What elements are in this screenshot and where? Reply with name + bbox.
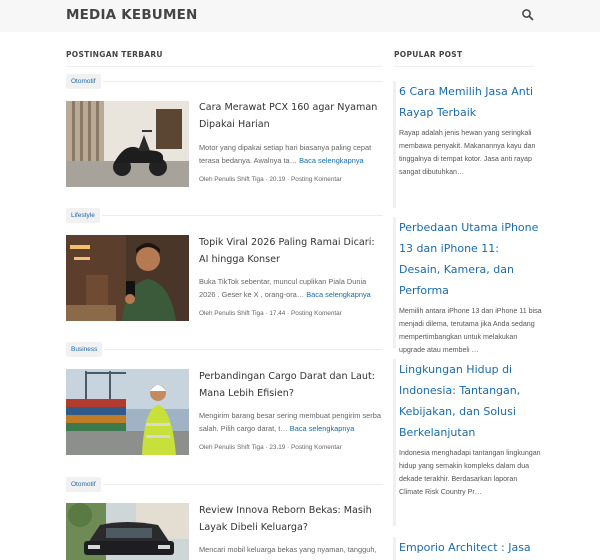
post-label-badge[interactable]: Otomotif (66, 74, 101, 89)
post-thumbnail[interactable] (66, 503, 189, 560)
post-meta: Oleh Penulis Shift Tiga · 20.19 · Postin… (199, 176, 342, 183)
post-author[interactable]: Oleh Penulis Shift Tiga (199, 176, 264, 183)
popular-post-title[interactable]: Perbedaan Utama iPhone 13 dan iPhone 11:… (399, 217, 543, 301)
label-divider (104, 349, 383, 350)
popular-post-item: Emporio Architect : Jasa (393, 537, 543, 560)
post-title[interactable]: Perbandingan Cargo Darat dan Laut: Mana … (199, 368, 384, 402)
post-author[interactable]: Oleh Penulis Shift Tiga (199, 444, 264, 451)
post-snippet: Motor yang dipakai setiap hari biasanya … (199, 141, 384, 167)
popular-post-item: Lingkungan Hidup di Indonesia: Tantangan… (393, 359, 543, 526)
post-author[interactable]: Oleh Penulis Shift Tiga (199, 310, 264, 317)
post-label-badge[interactable]: Otomotif (66, 477, 101, 492)
post-snippet: Mengirim barang besar sering membuat pen… (199, 409, 384, 435)
post-meta: Oleh Penulis Shift Tiga · 17.44 · Postin… (199, 310, 342, 317)
popular-posts-heading: POPULAR POST (394, 50, 463, 59)
label-divider (103, 484, 383, 485)
post-title[interactable]: Review Innova Reborn Bekas: Masih Layak … (199, 502, 384, 536)
search-icon[interactable] (521, 8, 535, 22)
post-time[interactable]: 17.44 (269, 310, 285, 317)
read-more-link[interactable]: Baca selengkapnya (299, 156, 364, 165)
post-snippet: Buka TikTok sebentar, muncul cuplikan Pi… (199, 275, 384, 301)
read-more-link[interactable]: Baca selengkapnya (290, 424, 355, 433)
read-more-link[interactable]: Baca selengkapnya (306, 290, 371, 299)
car-image (66, 503, 189, 560)
post-snippet: Mencari mobil keluarga bekas yang nyaman… (199, 543, 384, 556)
post-thumbnail[interactable] (66, 101, 189, 187)
post-comment-link[interactable]: Posting Komentar (291, 176, 342, 183)
popular-post-title[interactable]: Emporio Architect : Jasa (399, 537, 543, 558)
popular-post-item: Perbedaan Utama iPhone 13 dan iPhone 11:… (393, 217, 543, 354)
site-title[interactable]: MEDIA KEBUMEN (66, 7, 198, 23)
post-title[interactable]: Cara Merawat PCX 160 agar Nyaman Dipakai… (199, 99, 384, 133)
popular-post-title[interactable]: 6 Cara Memilih Jasa Anti Rayap Terbaik (399, 81, 543, 123)
man-with-phone-image (66, 235, 189, 321)
post-label-badge[interactable]: Business (66, 342, 103, 357)
post-label-badge[interactable]: Lifestyle (66, 208, 100, 223)
popular-post-item: 6 Cara Memilih Jasa Anti Rayap Terbaik R… (393, 81, 543, 208)
cargo-port-image (66, 369, 189, 455)
post-snippet-text: Mencari mobil keluarga bekas yang nyaman… (199, 545, 377, 554)
post-thumbnail[interactable] (66, 235, 189, 321)
label-divider (103, 81, 383, 82)
post-time[interactable]: 20.19 (269, 176, 285, 183)
post-comment-link[interactable]: Posting Komentar (291, 310, 342, 317)
site-header: MEDIA KEBUMEN (0, 0, 600, 32)
scooter-image (66, 101, 189, 187)
post-comment-link[interactable]: Posting Komentar (291, 444, 342, 451)
post-title[interactable]: Topik Viral 2026 Paling Ramai Dicari: AI… (199, 234, 384, 268)
post-meta: Oleh Penulis Shift Tiga · 23.19 · Postin… (199, 444, 342, 451)
label-divider (102, 215, 383, 216)
popular-post-snippet: Memilih antara iPhone 13 dan iPhone 11 b… (399, 307, 542, 354)
post-time[interactable]: 23.19 (269, 444, 285, 451)
post-thumbnail[interactable] (66, 369, 189, 455)
popular-post-snippet: Indonesia menghadapi tantangan lingkunga… (399, 449, 541, 496)
popular-post-title[interactable]: Lingkungan Hidup di Indonesia: Tantangan… (399, 359, 543, 443)
popular-post-snippet: Rayap adalah jenis hewan yang seringkali… (399, 129, 536, 176)
heading-divider (66, 66, 382, 67)
heading-divider (394, 66, 534, 67)
latest-posts-heading: POSTINGAN TERBARU (66, 50, 163, 59)
